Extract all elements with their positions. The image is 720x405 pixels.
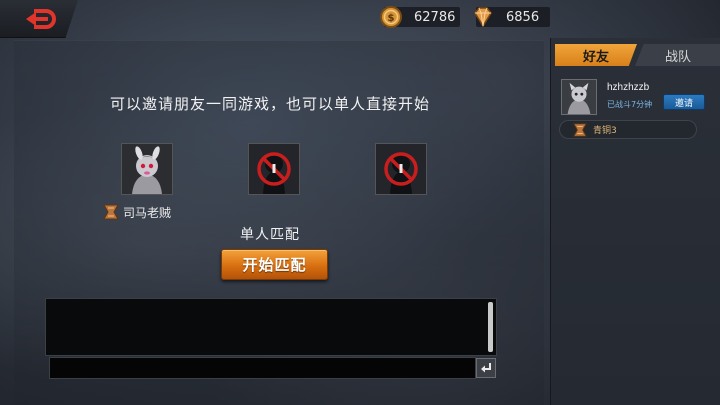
mode-label: 单人匹配 [240,227,300,243]
friend-status: 已战斗7分钟 [607,100,653,109]
start-match-button[interactable]: 开始匹配 [221,249,328,280]
coin-icon: $ [378,4,404,34]
friend-list-item: hzhzhzzb 已战斗7分钟 邀请 [559,78,715,115]
chat-send-button[interactable] [476,358,496,378]
bronze-rank-icon [103,204,119,220]
gem-counter: 6856 [474,7,550,28]
invite-hint-text: 可以邀请朋友一同游戏，也可以单人直接开始 [110,95,431,113]
no-entry-icon [376,144,426,194]
enter-icon [481,363,491,373]
gold-counter: $ 62786 [380,6,460,28]
slot-1-player: 司马老贼 [102,203,171,221]
rank-label: 青铜3 [593,126,617,136]
invite-friend-button[interactable]: 邀请 [663,94,705,110]
social-panel: 好友 战队 hzhzhzzb 已战斗7分钟 邀请 青铜3 [550,38,720,405]
chat-log[interactable] [45,298,497,356]
chat-scrollbar[interactable] [488,302,493,352]
diamond-icon [470,4,496,34]
team-slot-2[interactable] [248,143,300,195]
bronze-rank-icon [573,122,587,137]
svg-text:$: $ [388,13,395,24]
no-entry-icon [249,144,299,194]
friend-avatar [561,79,597,115]
back-arrow-icon [26,8,56,29]
rank-badge: 青铜3 [559,120,697,139]
back-button[interactable] [0,0,78,38]
team-slot-1[interactable] [121,143,173,195]
friend-name: hzhzhzzb [607,82,650,93]
chat-input[interactable] [49,357,476,379]
tab-friends[interactable]: 好友 [555,44,637,66]
tab-team[interactable]: 战队 [635,44,720,66]
player-name: 司马老贼 [123,205,172,220]
team-slot-3[interactable] [375,143,427,195]
player-avatar [122,144,172,194]
